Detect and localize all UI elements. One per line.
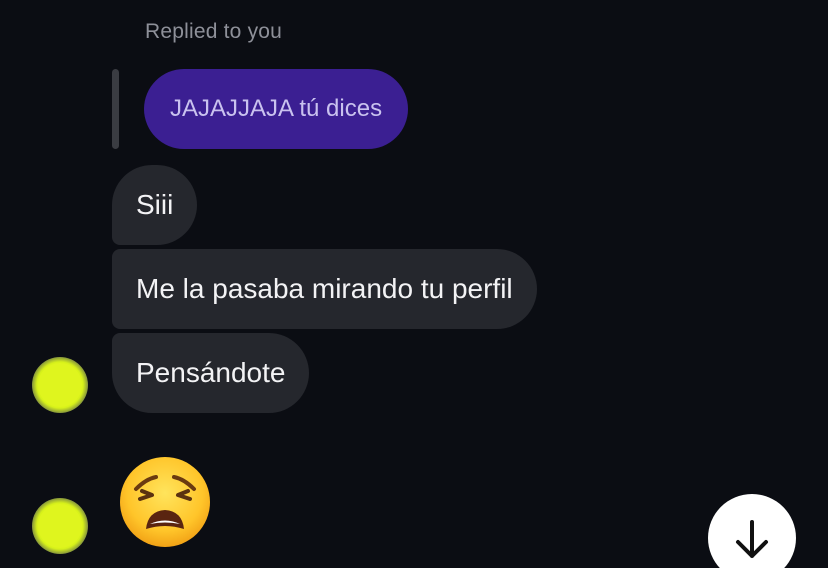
chat-thread: Replied to you JAJAJJAJA tú dices Siii M… [0, 0, 828, 568]
avatar-icon[interactable] [32, 357, 88, 413]
weary-face-icon-svg [120, 457, 210, 547]
message-bubble[interactable]: Siii [112, 165, 198, 245]
message-text: Pensándote [136, 357, 286, 388]
replied-to-you-label: Replied to you [145, 20, 283, 43]
scroll-to-bottom-button[interactable] [708, 494, 796, 568]
message-bubble[interactable]: Pensándote [112, 333, 310, 413]
quoted-message-text: JAJAJJAJA tú dices [170, 95, 383, 122]
message-text: Me la pasaba mirando tu perfil [136, 273, 513, 304]
message-text: Siii [136, 189, 174, 220]
reply-indicator-bar [112, 69, 119, 149]
message-bubble[interactable]: Me la pasaba mirando tu perfil [112, 249, 537, 329]
arrow-down-icon [736, 520, 768, 558]
quoted-message-bubble[interactable]: JAJAJJAJA tú dices [144, 69, 409, 149]
avatar-icon[interactable] [32, 498, 88, 554]
weary-face-icon[interactable] [118, 455, 212, 549]
